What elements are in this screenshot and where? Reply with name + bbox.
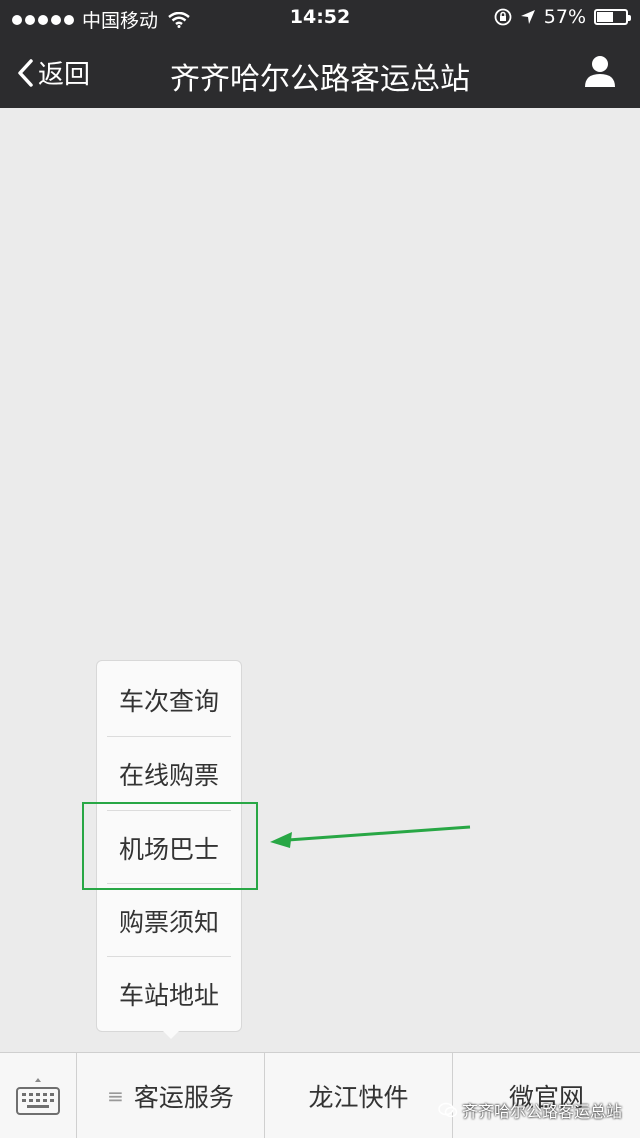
bottom-menu-bar: ≡ 客运服务 龙江快件 微官网 [0, 1052, 640, 1138]
watermark: 齐齐哈尔公路客运总站 [438, 1098, 622, 1122]
tab-passenger-service[interactable]: ≡ 客运服务 [77, 1053, 264, 1138]
menu-item-online-ticket[interactable]: 在线购票 [107, 737, 231, 810]
location-arrow-icon [520, 10, 535, 24]
tab-longjiang-express[interactable]: 龙江快件 [265, 1053, 452, 1138]
rotation-lock-icon [494, 8, 512, 26]
tab-micro-website[interactable]: 微官网 [453, 1053, 640, 1138]
highlight-box [82, 802, 258, 890]
keyboard-toggle-button[interactable] [0, 1053, 76, 1138]
keyboard-icon [16, 1077, 60, 1115]
tab-label: 客运服务 [133, 1082, 234, 1112]
page-title: 齐齐哈尔公路客运总站 [170, 62, 470, 97]
status-bar: 中国移动 14:52 57% [0, 0, 640, 38]
tab-label: 龙江快件 [308, 1082, 409, 1112]
battery-percent: 57% [543, 6, 586, 28]
wechat-icon [438, 1102, 458, 1118]
user-icon [585, 56, 615, 87]
battery-fill [597, 12, 613, 22]
battery-icon [594, 9, 631, 25]
status-right: 57% [494, 6, 631, 28]
menu-item-station-address[interactable]: 车站地址 [107, 957, 231, 1030]
menu-item-ticket-notice[interactable]: 购票须知 [107, 884, 231, 957]
popup-pointer [162, 1030, 180, 1039]
menu-lines-icon: ≡ [107, 1083, 124, 1108]
watermark-text: 齐齐哈尔公路客运总站 [461, 1102, 622, 1121]
annotation-arrow-icon [270, 825, 471, 848]
nav-bar: 返回 齐齐哈尔公路客运总站 [0, 38, 640, 108]
menu-item-schedule-query[interactable]: 车次查询 [107, 663, 231, 736]
profile-button[interactable] [584, 54, 616, 92]
